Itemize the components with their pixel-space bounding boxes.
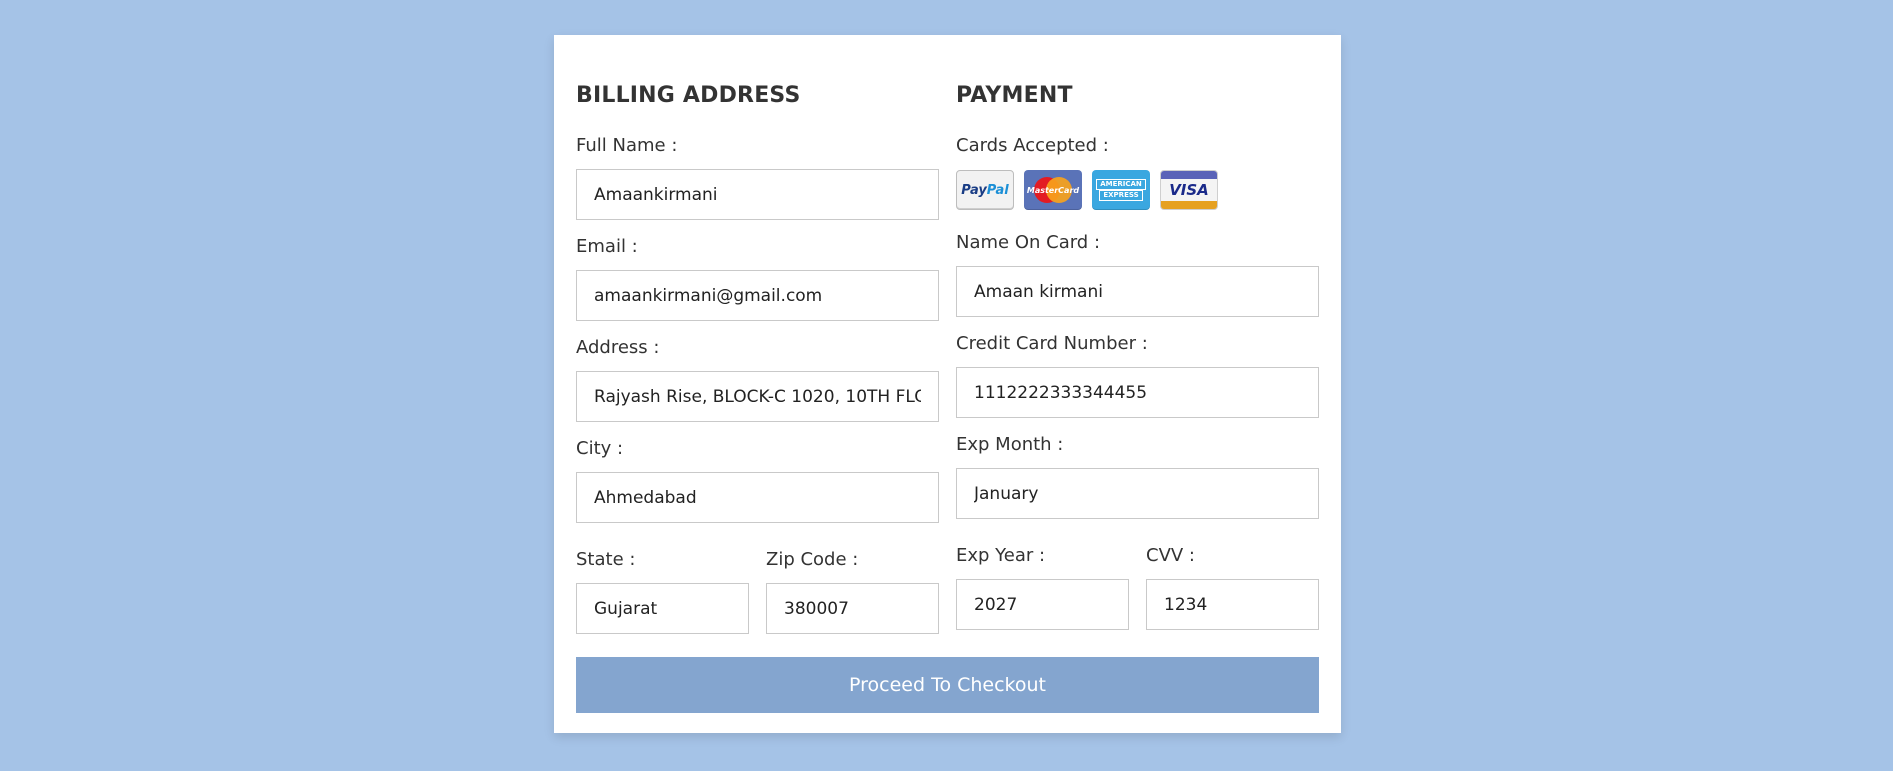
full-name-group: Full Name :	[576, 133, 939, 220]
payment-column: PAYMENT Cards Accepted : Pay Pal MasterCa…	[956, 57, 1319, 634]
card-number-input[interactable]	[956, 367, 1319, 418]
visa-bottom-stripe	[1161, 201, 1217, 209]
name-on-card-group: Name On Card :	[956, 230, 1319, 317]
full-name-input[interactable]	[576, 169, 939, 220]
cards-accepted-label: Cards Accepted :	[956, 135, 1109, 156]
address-group: Address :	[576, 335, 939, 422]
exp-year-group: Exp Year :	[956, 543, 1129, 630]
exp-month-group: Exp Month :	[956, 432, 1319, 519]
card-number-label: Credit Card Number :	[956, 333, 1148, 354]
amex-icon: AMERICAN EXPRESS	[1092, 170, 1150, 210]
mastercard-icon: MasterCard	[1024, 170, 1082, 210]
state-input[interactable]	[576, 583, 749, 634]
checkout-form: BILLING ADDRESS Full Name : Email : Addr…	[554, 35, 1341, 733]
cvv-group: CVV :	[1146, 543, 1319, 630]
state-group: State :	[576, 547, 749, 634]
exp-year-cvv-row: Exp Year : CVV :	[956, 543, 1319, 630]
visa-top-stripe	[1161, 171, 1217, 179]
form-row: BILLING ADDRESS Full Name : Email : Addr…	[576, 57, 1319, 634]
city-input[interactable]	[576, 472, 939, 523]
zip-group: Zip Code :	[766, 547, 939, 634]
cvv-label: CVV :	[1146, 545, 1195, 566]
billing-column: BILLING ADDRESS Full Name : Email : Addr…	[576, 57, 939, 634]
proceed-to-checkout-button[interactable]: Proceed To Checkout	[576, 657, 1319, 713]
exp-year-label: Exp Year :	[956, 545, 1046, 566]
state-zip-row: State : Zip Code :	[576, 547, 939, 634]
card-logos: Pay Pal MasterCard AMERICAN EXPRESS VISA	[956, 169, 1319, 211]
visa-icon: VISA	[1160, 170, 1218, 210]
payment-title: PAYMENT	[956, 83, 1073, 108]
paypal-logo-text-b: Pal	[986, 182, 1009, 198]
email-label: Email :	[576, 236, 638, 257]
paypal-logo-text-a: Pay	[961, 182, 987, 198]
card-number-group: Credit Card Number :	[956, 331, 1319, 418]
billing-title: BILLING ADDRESS	[576, 83, 801, 108]
cards-group: Cards Accepted : Pay Pal MasterCard AMERI…	[956, 133, 1319, 211]
amex-logo-text-b: EXPRESS	[1099, 190, 1143, 201]
name-on-card-input[interactable]	[956, 266, 1319, 317]
full-name-label: Full Name :	[576, 135, 678, 156]
state-label: State :	[576, 549, 636, 570]
city-label: City :	[576, 438, 624, 459]
address-label: Address :	[576, 337, 660, 358]
mastercard-logo-text: MasterCard	[1026, 185, 1080, 195]
visa-logo-text: VISA	[1169, 181, 1209, 199]
city-group: City :	[576, 436, 939, 523]
exp-month-input[interactable]	[956, 468, 1319, 519]
email-input[interactable]	[576, 270, 939, 321]
exp-year-input[interactable]	[956, 579, 1129, 630]
zip-label: Zip Code :	[766, 549, 859, 570]
name-on-card-label: Name On Card :	[956, 232, 1101, 253]
email-group: Email :	[576, 234, 939, 321]
zip-input[interactable]	[766, 583, 939, 634]
address-input[interactable]	[576, 371, 939, 422]
amex-logo-text-a: AMERICAN	[1096, 179, 1146, 190]
paypal-icon: Pay Pal	[956, 170, 1014, 210]
cvv-input[interactable]	[1146, 579, 1319, 630]
exp-month-label: Exp Month :	[956, 434, 1064, 455]
